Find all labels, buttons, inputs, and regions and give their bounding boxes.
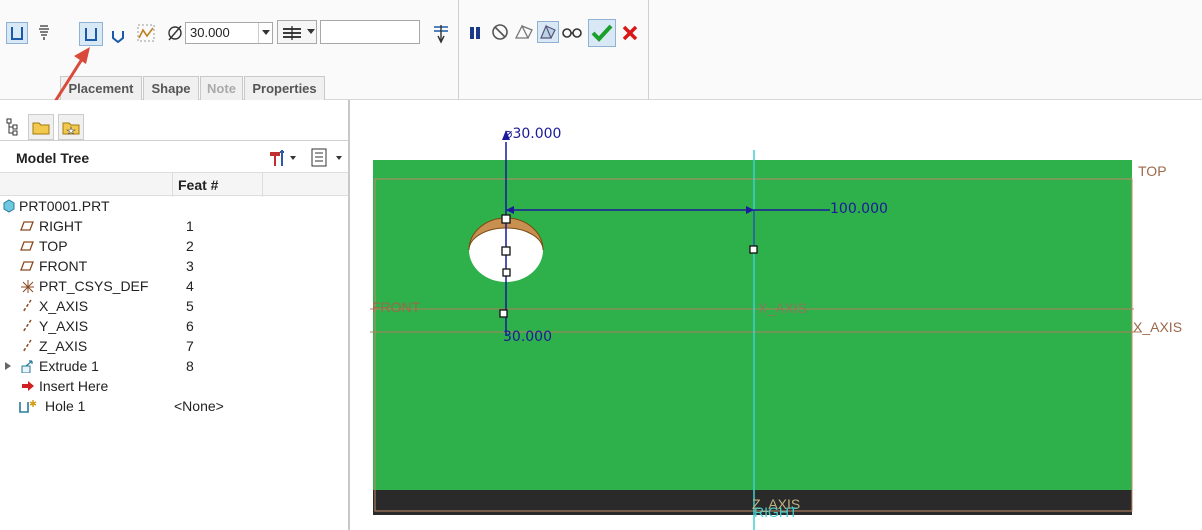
tree-item-label: FRONT	[39, 258, 88, 274]
detached-preview-button[interactable]	[537, 21, 559, 43]
feat-number: 3	[186, 258, 194, 274]
tree-item-label: Z_AXIS	[39, 338, 88, 354]
feat-number: 7	[186, 338, 194, 354]
tree-item-hole[interactable]: Hole 1 <None>	[0, 396, 348, 416]
feat-number: 2	[186, 238, 194, 254]
tree-root-row[interactable]: PRT0001.PRT	[0, 196, 348, 216]
tree-item-y-axis[interactable]: Y_AXIS 6	[0, 316, 348, 336]
tree-item-right[interactable]: RIGHT 1	[0, 216, 348, 236]
hole-dashboard: 30.000 Placement Shape Note Properties	[0, 0, 1202, 100]
feat-number: <None>	[174, 398, 224, 414]
pause-icon[interactable]	[467, 24, 483, 42]
attached-preview-icon[interactable]	[513, 22, 535, 42]
tree-item-label: PRT_CSYS_DEF	[39, 278, 149, 294]
depth-option-dropdown[interactable]	[277, 20, 317, 44]
placement-handle	[501, 214, 511, 224]
diameter-combobox[interactable]: 30.000	[185, 22, 273, 44]
model-tree-tab[interactable]	[0, 114, 26, 140]
tree-item-label: Hole 1	[45, 398, 86, 414]
tab-note: Note	[200, 76, 243, 100]
tree-item-z-axis[interactable]: Z_AXIS 7	[0, 336, 348, 356]
no-preview-icon[interactable]	[490, 22, 510, 42]
feat-number: 1	[186, 218, 194, 234]
feat-number: 8	[186, 358, 194, 374]
tree-item-label: Extrude 1	[39, 358, 99, 374]
placement-handle	[502, 268, 511, 277]
tree-item-insert-here[interactable]: Insert Here	[0, 376, 348, 396]
datum-plane-icon	[20, 261, 34, 271]
tree-item-extrude[interactable]: Extrude 1 8	[0, 356, 348, 376]
datum-axis-icon	[22, 299, 32, 313]
favorites-icon	[62, 122, 80, 135]
checkmark-icon	[591, 24, 613, 42]
depth-value-input[interactable]	[320, 20, 420, 44]
feat-number: 4	[186, 278, 194, 294]
front-datum-label: FRONT	[372, 299, 421, 315]
x-axis-inner-label: X_AXIS	[758, 300, 808, 316]
folder-browser-tab[interactable]	[28, 114, 54, 140]
tree-item-label: RIGHT	[39, 218, 83, 234]
diameter-input[interactable]: 30.000	[190, 25, 230, 40]
tree-item-csys[interactable]: PRT_CSYS_DEF 4	[0, 276, 348, 296]
sketch-profile-icon	[137, 24, 155, 42]
model-tree-title: Model Tree	[16, 150, 90, 166]
show-columns-icon[interactable]	[310, 148, 346, 168]
insert-arrow-icon	[22, 381, 34, 391]
favorites-tab[interactable]	[58, 114, 84, 140]
feat-number: 6	[186, 318, 194, 334]
horizontal-dimension[interactable]: 100.000	[830, 201, 888, 217]
part-icon	[3, 199, 15, 213]
placement-handle	[499, 309, 508, 318]
verify-glasses-icon[interactable]	[561, 24, 583, 40]
tree-item-label: TOP	[39, 238, 68, 254]
tab-shape[interactable]: Shape	[143, 76, 199, 100]
folder-browser-icon	[32, 122, 50, 135]
depth-reference-icon[interactable]	[430, 22, 452, 44]
tree-column-header: Feat #	[0, 172, 348, 197]
navigator-panel: Model Tree Feat # PRT0001.PRT RIGHT 1 TO…	[0, 100, 350, 530]
tree-item-front[interactable]: FRONT 3	[0, 256, 348, 276]
diameter-dimension-value: 30.000	[512, 126, 562, 142]
chevron-down-icon[interactable]	[258, 23, 272, 43]
tree-item-label: Y_AXIS	[39, 318, 89, 334]
tree-item-x-axis[interactable]: X_AXIS 5	[0, 296, 348, 316]
depth-blind-icon	[283, 26, 301, 40]
chevron-down-icon[interactable]	[306, 21, 316, 43]
x-axis-label: X_AXIS	[1133, 319, 1183, 335]
diameter-icon	[168, 25, 182, 41]
extrude-icon	[21, 360, 33, 373]
detached-preview-icon	[540, 24, 556, 39]
datum-axis-icon	[22, 339, 32, 353]
expand-triangle-icon[interactable]	[4, 361, 12, 371]
datum-axis-icon	[22, 319, 32, 333]
right-datum-label: RIGHT	[754, 504, 798, 520]
model-tree-icon	[6, 118, 18, 136]
datum-plane-icon	[20, 241, 34, 251]
hole-icon	[19, 400, 37, 413]
tree-item-label: X_AXIS	[39, 298, 89, 314]
diameter-dimension[interactable]: ⌀30.000	[504, 126, 561, 142]
cancel-x-icon[interactable]	[621, 24, 639, 42]
datum-plane-icon	[20, 221, 34, 231]
tree-item-top[interactable]: TOP 2	[0, 236, 348, 256]
placement-handle	[749, 245, 758, 254]
top-datum-label: TOP	[1138, 163, 1167, 179]
vertical-dimension[interactable]: 30.000	[503, 329, 552, 345]
placement-handle	[501, 246, 511, 256]
tab-properties[interactable]: Properties	[244, 76, 325, 100]
sketch-profile-button[interactable]	[135, 22, 157, 44]
feat-column-header[interactable]: Feat #	[178, 177, 218, 193]
feat-number: 5	[186, 298, 194, 314]
ok-button[interactable]	[588, 19, 616, 47]
tree-item-label: Insert Here	[39, 378, 109, 394]
tree-root-label: PRT0001.PRT	[19, 198, 110, 214]
csys-icon	[21, 280, 34, 293]
tree-settings-icon[interactable]	[268, 148, 298, 168]
